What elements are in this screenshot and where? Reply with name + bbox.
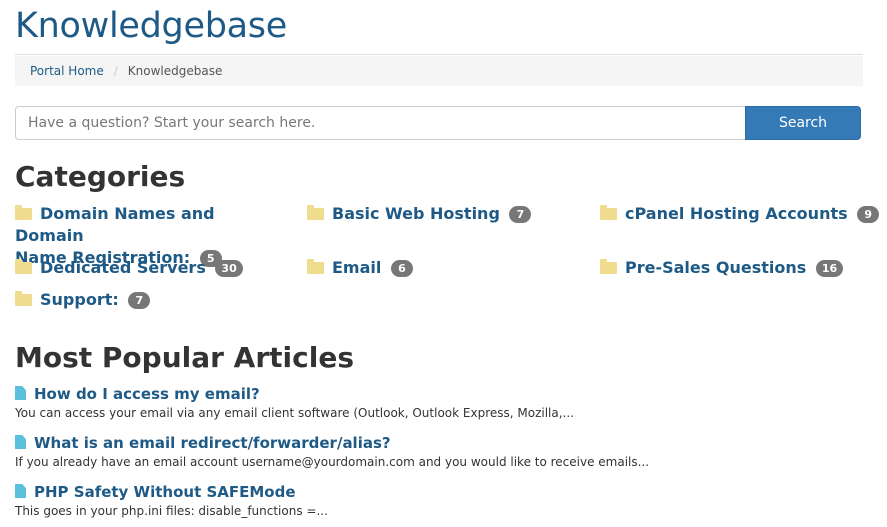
categories-heading: Categories <box>15 160 186 193</box>
folder-icon <box>600 259 617 274</box>
category-count-badge: 16 <box>815 260 844 277</box>
article-excerpt: You can access your email via any email … <box>15 406 574 420</box>
folder-icon <box>15 205 32 220</box>
category-email: Email 6 <box>307 257 413 279</box>
breadcrumb-portal-home[interactable]: Portal Home <box>30 64 104 78</box>
article-link[interactable]: PHP Safety Without SAFEMode <box>15 483 296 501</box>
folder-icon <box>307 259 324 274</box>
folder-icon <box>600 205 617 220</box>
search-input[interactable] <box>15 106 746 140</box>
category-pre-sales: Pre-Sales Questions 16 <box>600 257 844 279</box>
document-icon <box>15 386 26 400</box>
category-count-badge: 6 <box>390 260 413 277</box>
category-link[interactable]: cPanel Hosting Accounts <box>600 204 848 223</box>
document-icon <box>15 435 26 449</box>
category-cpanel-hosting: cPanel Hosting Accounts 9 <box>600 203 880 225</box>
category-count-badge: 7 <box>128 292 151 309</box>
knowledgebase-page: Knowledgebase Portal Home / Knowledgebas… <box>0 0 887 527</box>
category-link[interactable]: Pre-Sales Questions <box>600 258 806 277</box>
breadcrumb-current: Knowledgebase <box>127 64 223 78</box>
breadcrumb: Portal Home / Knowledgebase <box>15 56 863 86</box>
article-link[interactable]: How do I access my email? <box>15 385 260 403</box>
folder-icon <box>307 205 324 220</box>
folder-icon <box>15 291 32 306</box>
category-dedicated-servers: Dedicated Servers 30 <box>15 257 243 279</box>
document-icon <box>15 484 26 498</box>
category-count-badge: 30 <box>215 260 243 277</box>
breadcrumb-separator: / <box>113 64 118 78</box>
article-item: How do I access my email? You can access… <box>15 384 875 421</box>
title-divider <box>15 54 863 55</box>
category-link[interactable]: Email <box>307 258 381 277</box>
category-link[interactable]: Support: <box>15 290 119 309</box>
popular-articles-heading: Most Popular Articles <box>15 341 354 374</box>
category-basic-web-hosting: Basic Web Hosting 7 <box>307 203 532 225</box>
article-link[interactable]: What is an email redirect/forwarder/alia… <box>15 434 391 452</box>
article-excerpt: If you already have an email account use… <box>15 455 650 469</box>
category-count-badge: 9 <box>857 206 880 223</box>
category-count-badge: 7 <box>509 206 532 223</box>
search-button[interactable]: Search <box>745 106 861 140</box>
article-item: PHP Safety Without SAFEMode This goes in… <box>15 482 875 519</box>
article-excerpt: This goes in your php.ini files: disable… <box>15 504 328 518</box>
category-link[interactable]: Basic Web Hosting <box>307 204 500 223</box>
category-link[interactable]: Dedicated Servers <box>15 258 206 277</box>
folder-icon <box>15 259 32 274</box>
article-item: What is an email redirect/forwarder/alia… <box>15 433 875 470</box>
page-title: Knowledgebase <box>15 6 287 46</box>
category-support: Support: 7 <box>15 289 151 311</box>
